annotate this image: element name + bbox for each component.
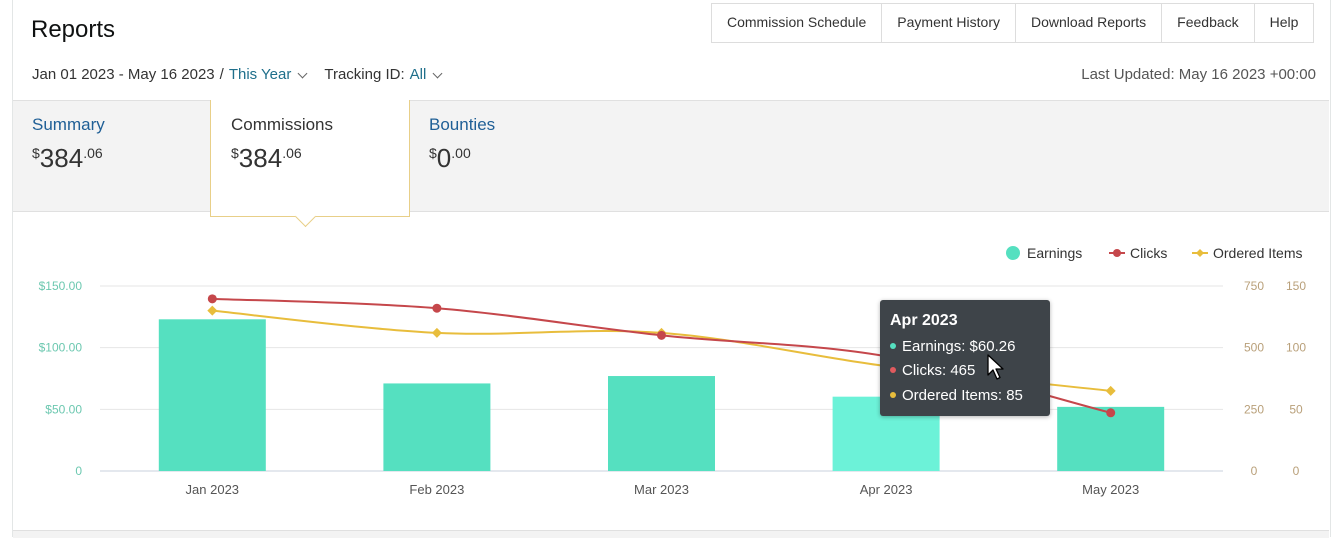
- tooltip-ordered-items: Ordered Items: 85: [890, 387, 1023, 404]
- legend-clicks: Clicks: [1130, 245, 1167, 261]
- clicks-point: [207, 294, 217, 304]
- left-axis-tick: $150.00: [39, 279, 83, 293]
- ordered-items-point: [431, 327, 442, 338]
- x-axis-label: Apr 2023: [860, 482, 913, 497]
- ordered-items-point: [207, 305, 218, 316]
- earnings-bar: [383, 383, 491, 471]
- right-axis-1-tick: 500: [1244, 341, 1264, 355]
- left-axis-tick: $50.00: [45, 402, 82, 416]
- right-axis-1-tick: 750: [1244, 279, 1264, 293]
- right-axis-2-tick: 150: [1286, 279, 1306, 293]
- earnings-dot-icon: [890, 343, 896, 350]
- tooltip-clicks: Clicks: 465: [890, 362, 975, 379]
- x-axis-label: Mar 2023: [634, 482, 689, 497]
- clicks-point: [657, 330, 666, 340]
- clicks-dot-icon: [890, 367, 896, 374]
- right-axis-1-tick: 0: [1251, 464, 1258, 478]
- left-axis-tick: $100.00: [39, 341, 83, 355]
- ordered-items-dot-icon: [890, 392, 896, 399]
- legend-earnings: Earnings: [1027, 245, 1082, 261]
- right-axis-2-tick: 100: [1286, 341, 1306, 355]
- clicks-point: [432, 303, 442, 313]
- left-axis-tick: 0: [75, 464, 82, 478]
- legend-ordered-items-icon: [1196, 249, 1204, 257]
- mouse-cursor-icon: [987, 354, 1004, 380]
- right-axis-2-tick: 50: [1289, 402, 1303, 416]
- earnings-bar: [158, 319, 266, 471]
- legend-earnings-icon: [1006, 246, 1020, 260]
- x-axis-label: May 2023: [1082, 482, 1139, 497]
- clicks-point: [1106, 408, 1116, 418]
- ordered-items-point: [1105, 385, 1116, 396]
- x-axis-label: Jan 2023: [186, 482, 240, 497]
- legend-ordered-items: Ordered Items: [1213, 245, 1302, 261]
- earnings-bar: [608, 376, 715, 471]
- right-axis-1-tick: 250: [1244, 402, 1264, 416]
- right-axis-2-tick: 0: [1293, 464, 1300, 478]
- legend-clicks-icon: [1113, 249, 1121, 257]
- earnings-chart: 0 0 0 $50.00 250 50 $100.00 500 100 $150.00 750 150…: [39, 245, 1307, 497]
- x-axis-label: Feb 2023: [409, 482, 464, 497]
- tooltip-title: Apr 2023: [890, 312, 958, 329]
- chart-tooltip: Apr 2023 Earnings: $60.26 Clicks: 465 Or…: [880, 300, 1050, 416]
